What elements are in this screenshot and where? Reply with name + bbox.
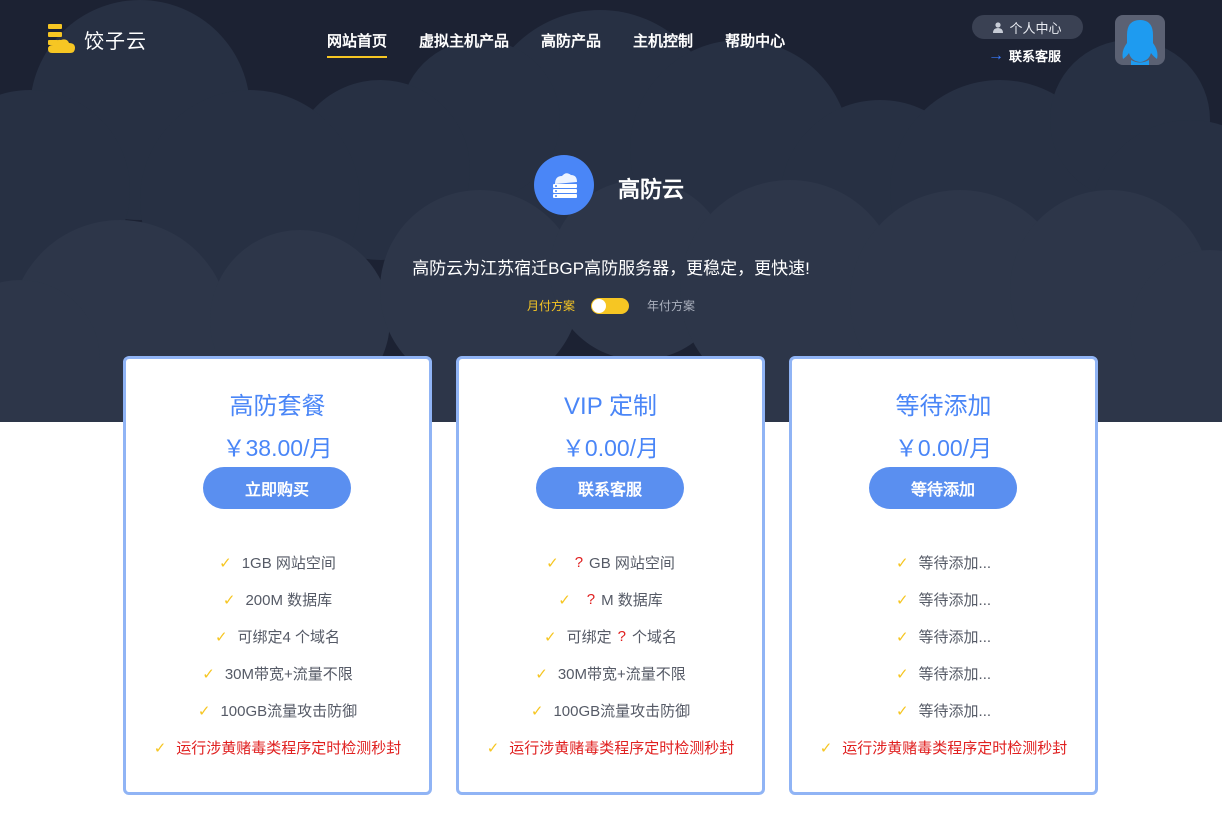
feature-text: 30M带宽+流量不限	[224, 666, 353, 683]
feature-list: ✓ 1GB 网站空间 ✓ 200M 数据库 ✓ 可绑定4 个域名 ✓ 30M带宽+流量不限 ✓ 1…	[126, 544, 429, 766]
plan-price: ￥0.00/月	[894, 435, 993, 461]
plan-price: ￥38.00/月	[222, 435, 333, 461]
feature-item: ✓? GB 网站空间	[459, 544, 762, 581]
feature-text: 30M带宽+流量不限	[557, 666, 686, 683]
feature-list: ✓? GB 网站空间 ✓? M 数据库 ✓ 可绑定? 个域名 ✓ 30M带宽+流量不限 ✓ 100G…	[459, 544, 762, 766]
feature-text: 可绑定4 个域名	[237, 629, 341, 646]
nav-item-ddos-products[interactable]: 高防产品	[541, 30, 601, 58]
check-icon: ✓	[214, 628, 228, 646]
feature-text: 等待添加...	[918, 555, 992, 572]
feature-item: ✓ 运行涉黄赌毒类程序定时检测秒封	[126, 729, 429, 766]
feature-text: 运行涉黄赌毒类程序定时检测秒封	[842, 740, 1068, 757]
feature-item: ✓ 等待添加...	[792, 655, 1095, 692]
product-description: 高防云为江苏宿迁BGP高防服务器，更稳定，更快速!	[412, 259, 810, 278]
logo-icon	[48, 24, 76, 54]
personal-center-label: 个人中心	[1009, 20, 1062, 36]
billing-switch: 月付方案 年付方案	[527, 297, 695, 314]
check-icon: ✓	[219, 554, 232, 572]
feature-item: ✓ 运行涉黄赌毒类程序定时检测秒封	[459, 729, 762, 766]
feature-item: ✓ 可绑定4 个域名	[126, 618, 429, 655]
feature-item: ✓ 1GB 网站空间	[126, 544, 429, 581]
feature-item: ✓ 等待添加...	[792, 581, 1095, 618]
pending-button[interactable]: 等待添加	[869, 467, 1017, 509]
unknown-value-mark: ?	[586, 591, 596, 608]
contact-service-link[interactable]: → 联系客服	[988, 46, 1083, 65]
feature-text: 100GB流量攻击防御	[553, 703, 691, 720]
unknown-value-mark: ?	[574, 554, 584, 571]
user-box: 个人中心 → 联系客服	[972, 15, 1083, 65]
feature-item: ✓ 等待添加...	[792, 544, 1095, 581]
feature-text: 等待添加...	[918, 629, 992, 646]
nav-item-virtual-host[interactable]: 虚拟主机产品	[419, 30, 509, 58]
check-icon: ✓	[819, 739, 833, 757]
feature-text: GB 网站空间	[589, 555, 675, 572]
feature-text: 运行涉黄赌毒类程序定时检测秒封	[176, 740, 402, 757]
plan-price: ￥0.00/月	[561, 435, 660, 461]
feature-text: 等待添加...	[918, 703, 992, 720]
plan-title: 等待添加	[895, 393, 992, 420]
check-icon: ✓	[222, 591, 236, 609]
plan-card-vip: VIP 定制 ￥0.00/月 联系客服 ✓? GB 网站空间 ✓? M 数据库 ✓ 可绑定…	[456, 356, 765, 795]
feature-item: ✓ 100GB流量攻击防御	[126, 692, 429, 729]
feature-item: ✓ 30M带宽+流量不限	[459, 655, 762, 692]
feature-item: ✓ 100GB流量攻击防御	[459, 692, 762, 729]
plan-card-pending: 等待添加 ￥0.00/月 等待添加 ✓ 等待添加... ✓ 等待添加... ✓ 等待添加.…	[789, 356, 1098, 795]
cloud-server-icon	[534, 155, 594, 215]
main-nav: 网站首页 虚拟主机产品 高防产品 主机控制 帮助中心	[327, 30, 817, 58]
feature-text: 可绑定	[566, 629, 612, 646]
feature-text: 等待添加...	[918, 592, 992, 609]
check-icon: ✓	[486, 739, 500, 757]
unknown-value-mark: ?	[617, 628, 626, 645]
check-icon: ✓	[153, 739, 167, 757]
contact-service-button[interactable]: 联系客服	[536, 467, 684, 509]
check-icon: ✓	[197, 702, 211, 720]
brand-logo[interactable]: 饺子云	[48, 24, 147, 54]
arrow-right-icon: →	[988, 46, 1004, 64]
nav-item-host-control[interactable]: 主机控制	[633, 30, 693, 58]
billing-yearly-label[interactable]: 年付方案	[647, 297, 695, 314]
check-icon: ✓	[895, 702, 909, 720]
feature-item: ✓ 200M 数据库	[126, 581, 429, 618]
check-icon: ✓	[544, 628, 557, 646]
feature-item: ✓ 30M带宽+流量不限	[126, 655, 429, 692]
nav-item-home[interactable]: 网站首页	[327, 30, 388, 58]
check-icon: ✓	[895, 628, 909, 646]
check-icon: ✓	[546, 554, 559, 572]
billing-toggle[interactable]	[591, 297, 630, 314]
personal-center-button[interactable]: 个人中心	[972, 15, 1083, 39]
feature-text: 1GB 网站空间	[241, 555, 336, 572]
plan-title: VIP 定制	[564, 393, 657, 420]
feature-text: 100GB流量攻击防御	[220, 703, 358, 720]
page-title: 高防云	[618, 177, 685, 202]
buy-now-button[interactable]: 立即购买	[203, 467, 351, 509]
feature-text: M 数据库	[601, 592, 663, 609]
check-icon: ✓	[535, 665, 548, 683]
plan-title: 高防套餐	[229, 393, 326, 420]
qq-penguin-icon	[1122, 20, 1158, 65]
nav-item-help-center[interactable]: 帮助中心	[725, 30, 785, 58]
contact-service-label: 联系客服	[1009, 49, 1062, 64]
check-icon: ✓	[895, 591, 909, 609]
check-icon: ✓	[202, 665, 215, 683]
plan-card-ddos: 高防套餐 ￥38.00/月 立即购买 ✓ 1GB 网站空间 ✓ 200M 数据库 ✓ 可绑…	[123, 356, 432, 795]
check-icon: ✓	[530, 702, 544, 720]
toggle-knob	[592, 298, 607, 313]
brand-name: 饺子云	[84, 30, 147, 53]
feature-item: ✓ 等待添加...	[792, 692, 1095, 729]
feature-text: 运行涉黄赌毒类程序定时检测秒封	[509, 740, 735, 757]
user-icon	[993, 21, 1004, 33]
check-icon: ✓	[895, 554, 909, 572]
feature-text: 200M 数据库	[245, 592, 333, 609]
feature-text: 等待添加...	[918, 666, 992, 683]
check-icon: ✓	[558, 591, 571, 609]
feature-item: ✓ 可绑定? 个域名	[459, 618, 762, 655]
billing-monthly-label[interactable]: 月付方案	[527, 297, 575, 314]
feature-text: 个域名	[631, 629, 677, 646]
feature-item: ✓ 运行涉黄赌毒类程序定时检测秒封	[792, 729, 1095, 766]
qq-avatar[interactable]	[1115, 15, 1165, 65]
check-icon: ✓	[895, 665, 909, 683]
feature-item: ✓? M 数据库	[459, 581, 762, 618]
feature-item: ✓ 等待添加...	[792, 618, 1095, 655]
feature-list: ✓ 等待添加... ✓ 等待添加... ✓ 等待添加... ✓ 等待添加... ✓ 等待添加...…	[792, 544, 1095, 766]
